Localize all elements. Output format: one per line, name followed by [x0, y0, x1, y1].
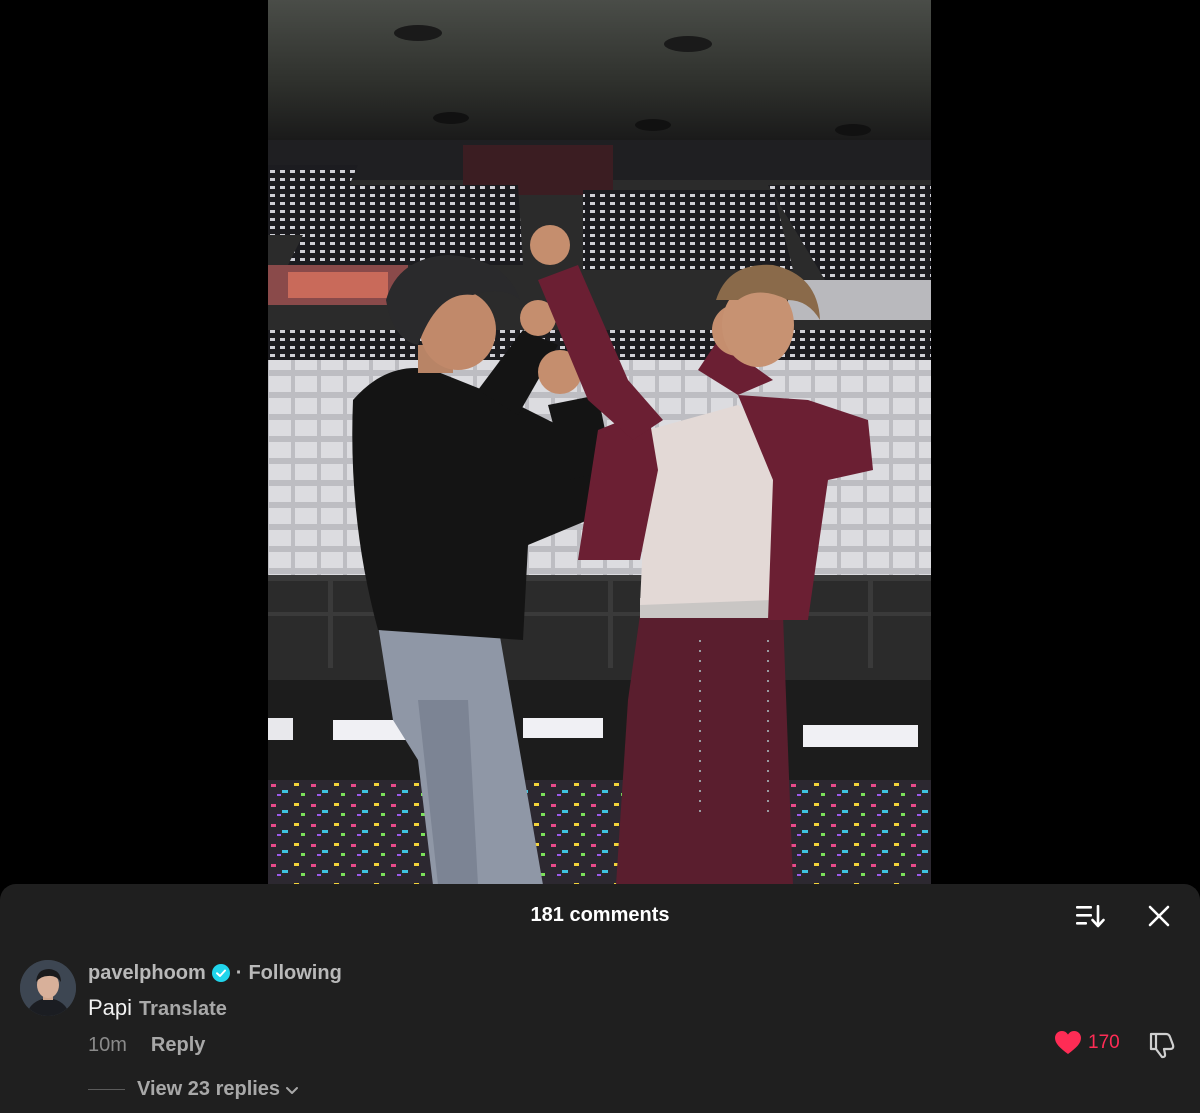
sort-icon — [1076, 905, 1105, 928]
video-player[interactable] — [268, 0, 931, 885]
comment-username[interactable]: pavelphoom — [88, 962, 206, 985]
verified-badge-icon — [211, 964, 230, 982]
tiktok-video-screen: 181 comments pavelphoom · Following Papi… — [0, 0, 1200, 1113]
comments-sheet: 181 comments pavelphoom · Following Papi… — [0, 884, 1200, 1113]
comment-body: Papi Translate — [88, 995, 227, 1021]
video-frame-image — [268, 0, 931, 885]
comment-text: Papi — [88, 995, 133, 1020]
comment-meta: 10m Reply — [88, 1034, 205, 1057]
heart-icon — [1055, 1031, 1081, 1054]
following-label: Following — [248, 961, 342, 984]
avatar-image — [20, 960, 76, 1016]
reply-button[interactable]: Reply — [151, 1034, 205, 1057]
comments-count-title: 181 comments — [530, 904, 670, 926]
separator-dot: · — [235, 961, 243, 984]
like-button[interactable]: 170 — [1054, 1030, 1120, 1056]
like-count: 170 — [1088, 1032, 1120, 1053]
dislike-button[interactable] — [1147, 1030, 1177, 1060]
comment-time: 10m — [88, 1034, 127, 1056]
view-replies-button[interactable]: View 23 replies — [88, 1078, 300, 1101]
chevron-down-icon — [286, 1086, 299, 1094]
close-button[interactable] — [1145, 902, 1173, 930]
comment-header: pavelphoom · Following — [88, 961, 342, 985]
replies-divider — [88, 1089, 125, 1090]
avatar[interactable] — [20, 960, 76, 1016]
thumbs-down-icon — [1149, 1032, 1175, 1059]
sort-button[interactable] — [1074, 902, 1106, 930]
close-icon — [1148, 905, 1170, 927]
view-replies-label: View 23 replies — [137, 1078, 281, 1100]
translate-button[interactable]: Translate — [139, 998, 227, 1021]
